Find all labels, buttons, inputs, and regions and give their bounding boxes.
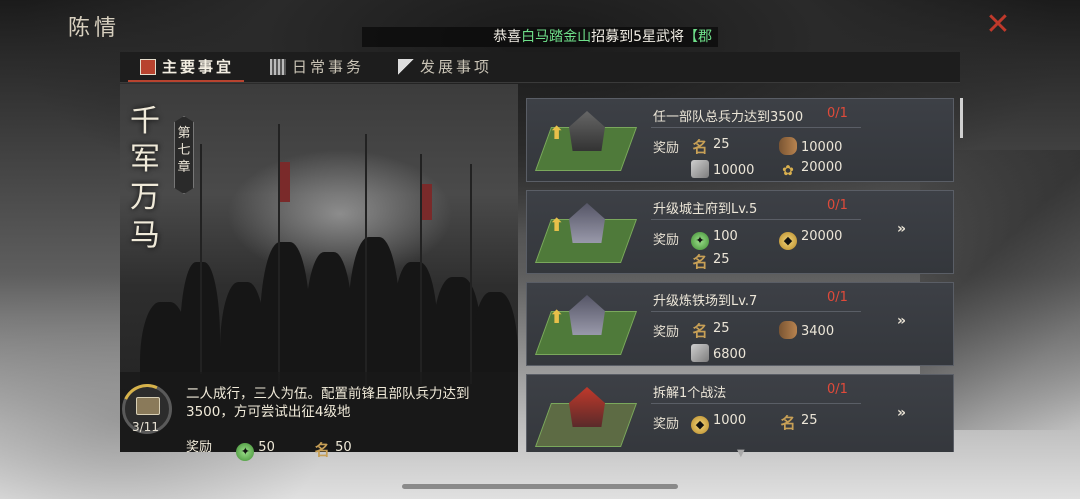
coin-icon: ◆ <box>779 232 797 250</box>
chapter-description: 二人成行，三人为伍。配置前锋且部队兵力达到3500，方可尝试出征4级地 <box>186 386 470 420</box>
reward-item: ◆ 1000 <box>691 413 746 434</box>
upgrade-arrow-icon: ⬆ <box>549 307 565 328</box>
reward-item: 6800 <box>691 344 746 362</box>
chapter-title: 千 军 万 马 <box>130 104 160 253</box>
tab-label: 主要事宜 <box>162 58 235 76</box>
name-token-icon: 名 <box>692 322 708 340</box>
chapter-rewards: 奖励 ✦ 50 名 50 <box>186 436 352 461</box>
task-thumbnail <box>534 381 638 449</box>
task-card[interactable]: ⬆ 升级城主府到Lv.5 0/1 奖励 ✦ 100 ◆ 20000 名 25 » <box>526 190 954 274</box>
iron-icon <box>691 344 709 362</box>
announcement-ticker: 恭喜白马踏金山招募到5星武将【郡 <box>362 27 718 47</box>
tab-main-affairs[interactable]: 主要事宜 <box>127 52 245 82</box>
reward-item: ✦ 100 <box>691 229 738 250</box>
task-card[interactable]: ⬆ 升级炼铁场到Lv.7 0/1 奖励 名 25 3400 6800 » <box>526 282 954 366</box>
ticker-highlight: 白马踏金山 <box>521 29 592 45</box>
reward-label: 奖励 <box>653 417 680 432</box>
tab-daily-affairs[interactable]: 日常事务 <box>270 52 364 82</box>
flag-icon <box>398 59 414 75</box>
reward-item: 名 25 <box>692 137 730 156</box>
jade-icon: ✦ <box>691 232 709 250</box>
reward-item: 3400 <box>779 321 834 339</box>
go-arrow-icon[interactable]: » <box>897 221 906 237</box>
close-icon[interactable]: ✕ <box>982 10 1014 42</box>
upgrade-arrow-icon: ⬆ <box>549 215 565 236</box>
wood-icon <box>779 137 797 155</box>
grain-icon: ✿ <box>782 163 794 179</box>
ticker-suffix: 【郡 <box>684 29 712 45</box>
name-token-icon: 名 <box>692 253 708 271</box>
home-indicator[interactable] <box>402 484 678 489</box>
chest-icon <box>136 397 160 415</box>
task-title: 升级城主府到Lv.5 <box>653 202 758 217</box>
task-card[interactable]: ⬆ 任一部队总兵力达到3500 0/1 奖励 名 25 10000 10000 ✿… <box>526 98 954 182</box>
iron-icon <box>691 160 709 178</box>
reward-label: 奖励 <box>653 233 680 248</box>
chapter-progress-text: 3/11 <box>132 420 159 434</box>
reward-value: 50 <box>335 440 352 455</box>
tab-bar: 主要事宜 日常事务 发展事项 <box>120 52 960 83</box>
reward-item: ✿ 20000 <box>779 160 842 180</box>
jade-icon: ✦ <box>236 443 255 461</box>
tab-label: 发展事项 <box>420 58 493 76</box>
name-token-icon: 名 <box>780 414 796 432</box>
reward-label: 奖励 <box>186 440 213 455</box>
tab-label: 日常事务 <box>292 58 365 76</box>
task-card[interactable]: 拆解1个战法 0/1 奖励 ◆ 1000 名 25 » <box>526 374 954 452</box>
ticker-prefix: 恭喜 <box>493 29 522 45</box>
go-arrow-icon[interactable]: » <box>897 313 906 329</box>
go-arrow-icon[interactable]: » <box>897 405 906 421</box>
coin-icon: ◆ <box>691 416 709 434</box>
name-token-icon: 名 <box>692 138 708 156</box>
task-thumbnail: ⬆ <box>534 197 638 265</box>
reward-item: 名 25 <box>692 252 730 271</box>
task-title: 升级炼铁场到Lv.7 <box>653 294 758 309</box>
task-count: 0/1 <box>827 290 848 305</box>
task-count: 0/1 <box>827 198 848 213</box>
tab-development[interactable]: 发展事项 <box>398 52 492 82</box>
scroll-down-icon: ▼ <box>737 448 745 459</box>
calendar-icon <box>270 59 286 75</box>
reward-label: 奖励 <box>653 325 680 340</box>
task-count: 0/1 <box>827 106 848 121</box>
task-thumbnail: ⬆ <box>534 289 638 357</box>
chapter-number-tag: 第 七 章 <box>174 116 194 194</box>
task-title: 拆解1个战法 <box>653 386 727 401</box>
window-title: 陈情 <box>68 16 121 41</box>
name-token-icon: 名 <box>314 441 330 459</box>
reward-item: 10000 <box>779 137 842 155</box>
reward-item: 名 25 <box>692 321 730 340</box>
wood-icon <box>779 321 797 339</box>
ticker-middle: 招募到5星武将 <box>591 29 684 45</box>
reward-item: 名 25 <box>780 413 818 432</box>
scroll-icon <box>140 59 156 75</box>
task-title: 任一部队总兵力达到3500 <box>653 110 804 125</box>
task-thumbnail: ⬆ <box>534 105 638 173</box>
task-list[interactable]: ⬆ 任一部队总兵力达到3500 0/1 奖励 名 25 10000 10000 ✿… <box>524 96 956 452</box>
upgrade-arrow-icon: ⬆ <box>549 123 565 144</box>
scrollbar[interactable] <box>960 98 963 138</box>
task-count: 0/1 <box>827 382 848 397</box>
reward-item: ◆ 20000 <box>779 229 842 250</box>
reward-value: 50 <box>258 440 275 455</box>
reward-item: 10000 <box>691 160 754 178</box>
reward-label: 奖励 <box>653 141 680 156</box>
